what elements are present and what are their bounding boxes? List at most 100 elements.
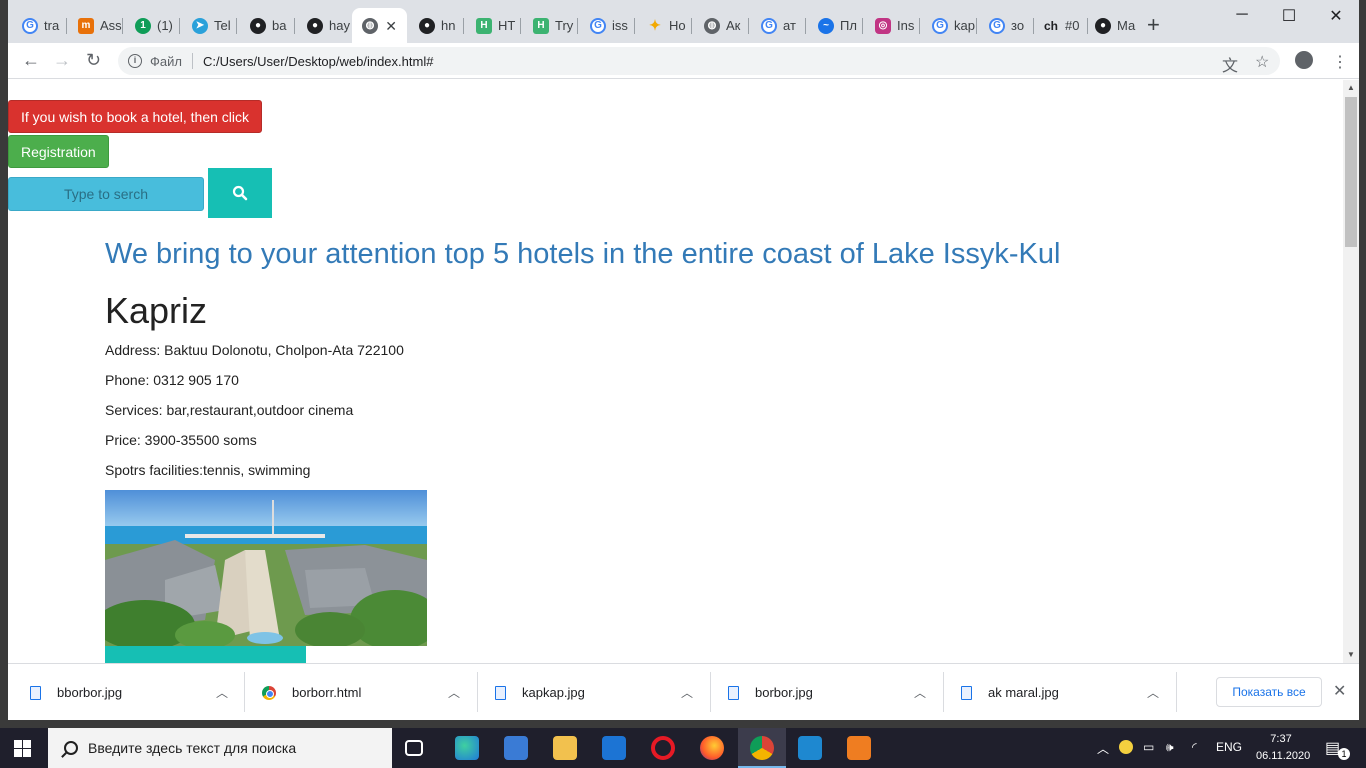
chevron-up-icon[interactable]: ︿: [448, 684, 460, 701]
book-hotel-button[interactable]: If you wish to book a hotel, then click: [8, 100, 263, 133]
chevron-up-icon[interactable]: ︿: [681, 684, 693, 701]
tab-12[interactable]: ✦ Ho: [637, 8, 692, 43]
reload-icon[interactable]: ↻: [86, 50, 101, 71]
globe-icon: ◍: [362, 17, 378, 34]
opera-icon[interactable]: [651, 736, 675, 760]
download-item[interactable]: bborbor.jpg ︿: [30, 664, 245, 720]
task-view-icon[interactable]: [405, 740, 423, 756]
m-icon: m: [78, 17, 94, 34]
battery-icon[interactable]: ▭: [1143, 740, 1154, 754]
firefox-icon[interactable]: [700, 736, 724, 760]
store-icon[interactable]: [504, 736, 528, 760]
mail-icon[interactable]: [602, 736, 626, 760]
search-button[interactable]: [208, 168, 272, 218]
tray-chevron-up-icon[interactable]: ︿: [1097, 740, 1109, 757]
tray-app-icon[interactable]: [1119, 740, 1133, 754]
chrome-taskbar-button[interactable]: [738, 728, 786, 768]
tab-9[interactable]: H HT: [466, 8, 521, 43]
close-tab-icon[interactable]: ✕: [385, 18, 397, 35]
maximize-icon[interactable]: ☐: [1279, 6, 1299, 26]
hotel-address: Address: Baktuu Dolonotu, Cholpon-Ata 72…: [105, 342, 404, 358]
registration-button[interactable]: Registration: [8, 135, 109, 168]
download-item[interactable]: kapkap.jpg ︿: [495, 664, 710, 720]
sublime-icon[interactable]: [847, 736, 871, 760]
info-icon[interactable]: i: [128, 54, 142, 68]
hotel-name: Kapriz: [105, 290, 208, 331]
web-page: If you wish to book a hotel, then click …: [8, 80, 1343, 663]
menu-icon[interactable]: ⋮: [1332, 52, 1348, 72]
file-icon: [961, 685, 972, 700]
back-icon[interactable]: ←: [22, 50, 40, 71]
swan-icon: ~: [818, 17, 834, 34]
close-window-icon[interactable]: ✕: [1326, 6, 1346, 26]
edge-icon[interactable]: [455, 736, 479, 760]
tab-15[interactable]: ~ Пл: [808, 8, 863, 43]
close-downloads-icon[interactable]: ✕: [1333, 681, 1346, 701]
ch-icon: ch: [1043, 18, 1058, 33]
tab-6[interactable]: ● hay: [297, 8, 352, 43]
scroll-up-icon[interactable]: ▲: [1347, 83, 1355, 92]
search-input[interactable]: Type to serch: [8, 177, 204, 211]
google-icon: G: [989, 17, 1005, 34]
one-icon: 1: [135, 17, 151, 34]
github-icon: ●: [1095, 17, 1111, 34]
show-all-downloads-button[interactable]: Показать все: [1216, 677, 1322, 707]
vscode-icon[interactable]: [798, 736, 822, 760]
wifi-icon[interactable]: ◜: [1192, 740, 1197, 754]
new-tab-icon[interactable]: +: [1147, 14, 1160, 36]
tab-4[interactable]: ➤ Tel: [182, 8, 237, 43]
minimize-icon[interactable]: ─: [1232, 6, 1252, 24]
chrome-icon: [262, 685, 276, 700]
search-icon: [232, 185, 248, 201]
tab-19[interactable]: ch #0: [1033, 8, 1088, 43]
tab-20[interactable]: ● Ма: [1085, 8, 1140, 43]
tab-17[interactable]: Gkap: [922, 8, 977, 43]
download-item[interactable]: borborr.html ︿: [262, 664, 477, 720]
profile-icon[interactable]: [1295, 51, 1313, 69]
tab-2[interactable]: m Ass: [68, 8, 123, 43]
search-icon: [64, 741, 78, 755]
telegram-icon: ➤: [192, 17, 208, 34]
tab-1[interactable]: Gtra: [12, 8, 67, 43]
tab-13[interactable]: ◍ Ак: [694, 8, 749, 43]
tab-3[interactable]: 1 (1): [125, 8, 180, 43]
tab-16[interactable]: ◎ Ins: [865, 8, 920, 43]
url-text[interactable]: C:/Users/User/Desktop/web/index.html#: [203, 54, 433, 69]
file-explorer-icon[interactable]: [553, 736, 577, 760]
chevron-up-icon[interactable]: ︿: [216, 684, 228, 701]
language-indicator[interactable]: ENG: [1216, 740, 1242, 754]
github-icon: ●: [419, 17, 435, 34]
windows-start-icon[interactable]: [14, 740, 31, 757]
hotel-photo: [105, 490, 427, 646]
scrollbar-thumb[interactable]: [1345, 97, 1357, 247]
github-icon: ●: [250, 17, 266, 34]
page-scrollbar[interactable]: ▲ ▼: [1343, 80, 1359, 663]
hotel-price: Price: 3900-35500 soms: [105, 432, 257, 448]
download-item[interactable]: ak maral.jpg ︿: [961, 664, 1176, 720]
tab-11[interactable]: Giss: [580, 8, 635, 43]
teal-bar: [105, 646, 306, 663]
chevron-up-icon[interactable]: ︿: [1147, 684, 1159, 701]
address-bar[interactable]: i Файл C:/Users/User/Desktop/web/index.h…: [118, 47, 1280, 75]
tab-8[interactable]: ● hn: [409, 8, 464, 43]
taskbar-search-input[interactable]: Введите здесь текст для поиска: [48, 728, 392, 768]
tab-14[interactable]: Gат: [751, 8, 806, 43]
downloads-bar: bborbor.jpg ︿ borborr.html ︿ kapkap.jpg …: [8, 663, 1359, 720]
volume-icon[interactable]: 🕪: [1166, 740, 1174, 755]
tab-active[interactable]: ◍ ✕: [352, 8, 407, 43]
google-icon: G: [590, 17, 606, 34]
tab-5[interactable]: ● ba: [240, 8, 295, 43]
star-icon[interactable]: ☆: [1255, 52, 1269, 72]
tab-18[interactable]: Gзо: [979, 8, 1034, 43]
tab-10[interactable]: H Try: [523, 8, 578, 43]
h-icon: H: [533, 17, 549, 34]
translate-icon[interactable]: 文: [1222, 52, 1238, 76]
github-icon: ●: [307, 17, 323, 34]
clock[interactable]: 7:37 06.11.2020: [1256, 731, 1310, 765]
chevron-up-icon[interactable]: ︿: [914, 684, 926, 701]
scheme-label: Файл: [150, 53, 182, 69]
scroll-down-icon[interactable]: ▼: [1347, 650, 1355, 659]
forward-icon[interactable]: →: [53, 50, 71, 71]
download-item[interactable]: borbor.jpg ︿: [728, 664, 943, 720]
hotel-sports: Spotrs facilities:tennis, swimming: [105, 462, 311, 478]
